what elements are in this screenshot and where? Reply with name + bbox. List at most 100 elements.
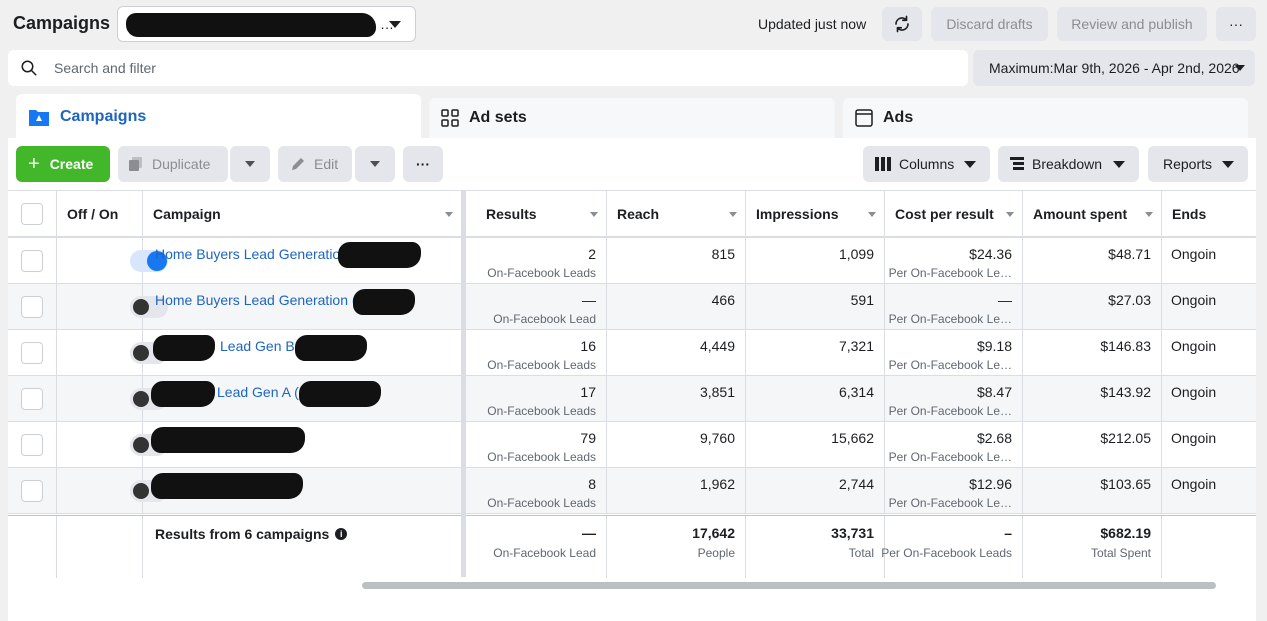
sort-icon <box>729 212 737 217</box>
breakdown-button[interactable]: Breakdown <box>998 146 1139 182</box>
table-row[interactable]: Home Buyers Lead Generation (— On-Faceboo… <box>8 284 1256 330</box>
chevron-down-icon <box>370 161 380 167</box>
discard-drafts-button[interactable]: Discard drafts <box>931 7 1048 41</box>
reach-value: 815 <box>711 246 735 262</box>
col-campaign[interactable]: Campaign <box>143 191 462 237</box>
breakdown-icon <box>1010 157 1024 171</box>
table-row[interactable]: 79 On-Facebook Leads 9,760 15,662 $2.68 Per O… <box>8 422 1256 468</box>
campaign-name-cell <box>143 422 462 467</box>
col-off-on[interactable]: Off / On <box>57 191 143 237</box>
impressions-cell: 591 <box>746 284 885 329</box>
info-icon[interactable]: i <box>335 528 348 540</box>
review-publish-button[interactable]: Review and publish <box>1057 7 1207 41</box>
ends-cell: Ongoin <box>1162 422 1256 467</box>
date-range-picker[interactable]: Maximum:Mar 9th, 2026 - Apr 2nd, 2026 <box>973 50 1255 86</box>
campaign-name-link[interactable]: Home Buyers Lead Generation ( <box>155 292 357 308</box>
row-checkbox[interactable] <box>21 342 43 364</box>
totals-spent: $682.19 Total Spent <box>1023 516 1162 578</box>
duplicate-menu-button[interactable] <box>230 146 270 182</box>
campaign-name-link[interactable]: Lead Gen B <box>220 338 295 354</box>
reach-cell: 3,851 <box>607 376 746 421</box>
redacted-account-name <box>126 13 376 37</box>
spent-cell: $143.92 <box>1023 376 1162 421</box>
row-checkbox[interactable] <box>21 296 43 318</box>
results-cell: 2 On-Facebook Leads <box>466 238 607 283</box>
cpr-cell: $9.18 Per On-Facebook Le… <box>885 330 1023 375</box>
col-label: Amount spent <box>1033 206 1128 222</box>
spent-value: $27.03 <box>1108 292 1151 308</box>
horizontal-scrollbar[interactable] <box>362 582 1216 589</box>
search-filter-bar[interactable]: Search and filter <box>8 50 968 86</box>
cpr-sub: Per On-Facebook Le… <box>888 450 1012 464</box>
row-checkbox[interactable] <box>21 434 43 456</box>
totals-value: 17,642 <box>692 525 735 541</box>
search-input[interactable]: Search and filter <box>54 60 156 76</box>
more-options-button[interactable]: ··· <box>1216 7 1256 41</box>
tab-campaigns[interactable]: Campaigns <box>16 94 421 140</box>
impressions-cell: 15,662 <box>746 422 885 467</box>
col-amount-spent[interactable]: Amount spent <box>1023 191 1162 237</box>
spent-value: $103.65 <box>1100 476 1151 492</box>
impressions-value: 6,314 <box>838 384 874 400</box>
table-row[interactable]: 8 On-Facebook Leads 1,962 2,744 $12.96 Per On… <box>8 468 1256 514</box>
create-button[interactable]: + Create <box>16 146 110 182</box>
reports-button[interactable]: Reports <box>1148 146 1248 182</box>
row-checkbox[interactable] <box>21 480 43 502</box>
spent-value: $143.92 <box>1100 384 1151 400</box>
columns-button[interactable]: Columns <box>863 146 990 182</box>
plus-icon: + <box>28 153 40 175</box>
cpr-cell: $8.47 Per On-Facebook Le… <box>885 376 1023 421</box>
redacted-text <box>153 335 215 361</box>
tab-ad-sets[interactable]: Ad sets <box>429 98 835 138</box>
reach-cell: 466 <box>607 284 746 329</box>
tab-label: Campaigns <box>60 108 147 125</box>
table-row[interactable]: Lead Gen A (17 On-Facebook Leads 3,851 6,31… <box>8 376 1256 422</box>
edit-menu-button[interactable] <box>355 146 395 182</box>
table-row[interactable]: Lead Gen B 16 On-Facebook Leads 4,449 7,321 $… <box>8 330 1256 376</box>
col-reach[interactable]: Reach <box>607 191 746 237</box>
results-sub: On-Facebook Leads <box>487 450 596 464</box>
reach-value: 9,760 <box>699 430 735 446</box>
campaign-name-link[interactable]: Lead Gen A ( <box>217 384 299 400</box>
frozen-column-divider[interactable] <box>461 190 466 577</box>
refresh-button[interactable] <box>882 7 922 41</box>
sort-icon <box>1145 212 1153 217</box>
redacted-text <box>353 289 415 315</box>
reach-value: 466 <box>711 292 735 308</box>
col-ends[interactable]: Ends <box>1162 191 1256 237</box>
spent-cell: $212.05 <box>1023 422 1162 467</box>
results-value: 8 <box>588 476 596 492</box>
edit-button[interactable]: Edit <box>278 146 352 182</box>
col-cost-per-result[interactable]: Cost per result <box>885 191 1023 237</box>
col-impressions[interactable]: Impressions <box>746 191 885 237</box>
ends-value: Ongoin <box>1171 246 1217 262</box>
impressions-value: 15,662 <box>831 430 874 446</box>
ends-value: Ongoin <box>1171 292 1217 308</box>
account-selector[interactable]: … <box>117 6 416 42</box>
ads-window-icon <box>855 109 873 127</box>
select-all-checkbox[interactable] <box>21 203 43 225</box>
redacted-text <box>151 473 303 499</box>
row-checkbox[interactable] <box>21 388 43 410</box>
duplicate-button[interactable]: Duplicate <box>118 146 228 182</box>
col-label: Cost per result <box>895 206 994 222</box>
table-row[interactable]: Home Buyers Lead Generation ( 2 On-Faceboo… <box>8 238 1256 284</box>
col-results[interactable]: Results <box>466 191 607 237</box>
results-sub: On-Facebook Leads <box>487 358 596 372</box>
cpr-cell: $2.68 Per On-Facebook Le… <box>885 422 1023 467</box>
toolbar-more-button[interactable]: ··· <box>403 146 443 182</box>
totals-results: — On-Facebook Lead <box>466 516 607 578</box>
totals-value: — <box>582 525 596 541</box>
cpr-value: $2.68 <box>976 430 1012 446</box>
row-checkbox[interactable] <box>21 250 43 272</box>
cpr-cell: $24.36 Per On-Facebook Le… <box>885 238 1023 283</box>
totals-value: 33,731 <box>831 525 874 541</box>
campaigns-folder-icon <box>28 107 50 127</box>
impressions-cell: 1,099 <box>746 238 885 283</box>
campaign-name-link[interactable]: Home Buyers Lead Generation ( <box>155 246 357 262</box>
totals-impressions: 33,731 Total <box>746 516 885 578</box>
tab-ads[interactable]: Ads <box>843 98 1248 138</box>
row-toggle-cell <box>57 422 168 467</box>
cpr-value: $12.96 <box>969 476 1012 492</box>
cpr-sub: Per On-Facebook Le… <box>888 312 1012 326</box>
